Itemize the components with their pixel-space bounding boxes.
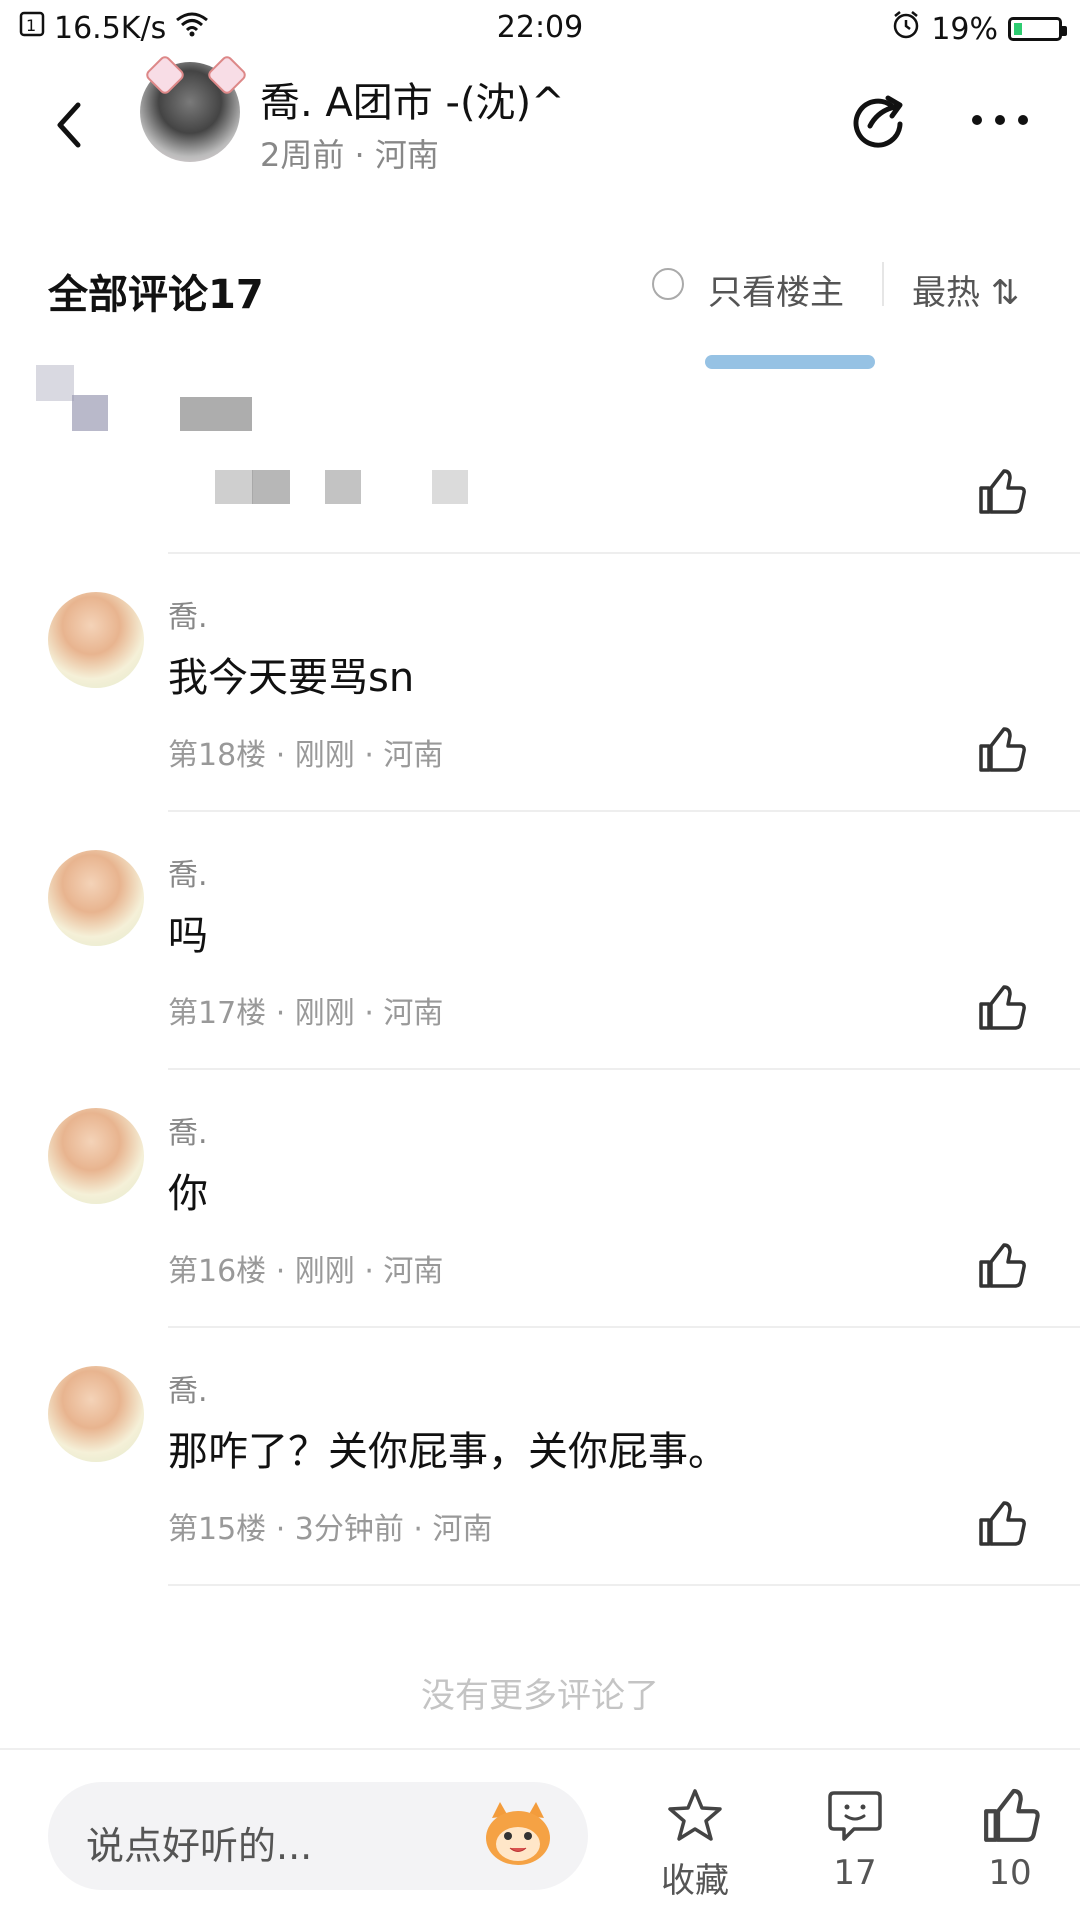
- separator: [168, 1068, 1080, 1070]
- alarm-icon: [891, 10, 921, 48]
- separator: [168, 1584, 1080, 1586]
- status-right: 19%: [891, 10, 1067, 48]
- commenter-avatar[interactable]: [48, 1108, 144, 1204]
- commenter-name[interactable]: 喬.: [168, 592, 208, 636]
- comment-input-placeholder[interactable]: 说点好听的...: [86, 1815, 312, 1870]
- comment-meta: 第15楼 · 3分钟前 · 河南: [168, 1512, 493, 1547]
- favorite-button[interactable]: 收藏: [640, 1785, 750, 1902]
- thumb-up-icon: [979, 469, 1026, 514]
- commenter-name[interactable]: 喬.: [168, 1108, 208, 1152]
- like-button[interactable]: [975, 1498, 1027, 1550]
- censored-comment: [0, 355, 1080, 555]
- commenter-name[interactable]: 喬.: [168, 850, 208, 894]
- comment-meta: 第16楼 · 刚刚 · 河南: [168, 1254, 444, 1289]
- like-button[interactable]: [975, 466, 1027, 518]
- thumb-up-icon: [979, 1501, 1026, 1546]
- comment-text[interactable]: 你: [168, 1161, 208, 1219]
- thumb-up-icon: [979, 985, 1026, 1030]
- comment-count: 17: [833, 1853, 877, 1893]
- star-icon: [668, 1789, 722, 1841]
- emoji-button[interactable]: [478, 1798, 558, 1868]
- battery-percent: 19%: [931, 11, 998, 47]
- chevron-left-icon: [57, 102, 81, 148]
- sort-toggle[interactable]: 最热 ⇅: [912, 265, 1019, 314]
- post-subtitle: 2周前 · 河南: [260, 136, 439, 174]
- thumb-up-icon: [984, 1788, 1040, 1842]
- no-more-comments: 没有更多评论了: [421, 1676, 659, 1716]
- status-bar: 1 16.5K/s 22:09 19%: [0, 0, 1080, 56]
- more-icon: [972, 115, 1028, 125]
- like-button[interactable]: [975, 1240, 1027, 1292]
- thumb-up-icon: [979, 1243, 1026, 1288]
- comment-text[interactable]: 那咋了？关你屁事，关你屁事。: [168, 1419, 728, 1477]
- battery-fill: [1014, 23, 1022, 35]
- more-button[interactable]: [965, 100, 1035, 140]
- share-button[interactable]: [848, 88, 910, 150]
- emoji-icon: [486, 1802, 550, 1865]
- comment-text[interactable]: 我今天要骂sn: [168, 645, 414, 703]
- divider: [882, 262, 884, 306]
- comment-text[interactable]: 吗: [168, 903, 208, 961]
- thumb-up-icon: [979, 727, 1026, 772]
- comment-meta: 第18楼 · 刚刚 · 河南: [168, 738, 444, 773]
- separator: [168, 810, 1080, 812]
- only-owner-toggle[interactable]: 只看楼主: [708, 265, 844, 314]
- battery-icon: [1008, 17, 1067, 41]
- share-icon: [853, 95, 903, 148]
- like-post-button[interactable]: 10: [955, 1785, 1065, 1893]
- all-comments-heading: 全部评论17: [48, 272, 264, 318]
- commenter-name[interactable]: 喬.: [168, 1366, 208, 1410]
- commenter-avatar[interactable]: [48, 1366, 144, 1462]
- favorite-label: 收藏: [661, 1861, 729, 1901]
- like-count: 10: [988, 1853, 1032, 1893]
- bottom-bar-divider: [0, 1748, 1080, 1750]
- back-button[interactable]: [40, 95, 100, 155]
- comment-icon: [828, 1791, 882, 1841]
- like-button[interactable]: [975, 982, 1027, 1034]
- separator: [168, 552, 1080, 554]
- only-owner-radio[interactable]: [652, 268, 684, 300]
- commenter-avatar[interactable]: [48, 850, 144, 946]
- commenter-avatar[interactable]: [48, 592, 144, 688]
- comment-button[interactable]: 17: [800, 1785, 910, 1893]
- post-title[interactable]: 喬. A团市 -(沈)^: [260, 70, 565, 128]
- separator: [168, 1326, 1080, 1328]
- like-button[interactable]: [975, 724, 1027, 776]
- comment-meta: 第17楼 · 刚刚 · 河南: [168, 996, 444, 1031]
